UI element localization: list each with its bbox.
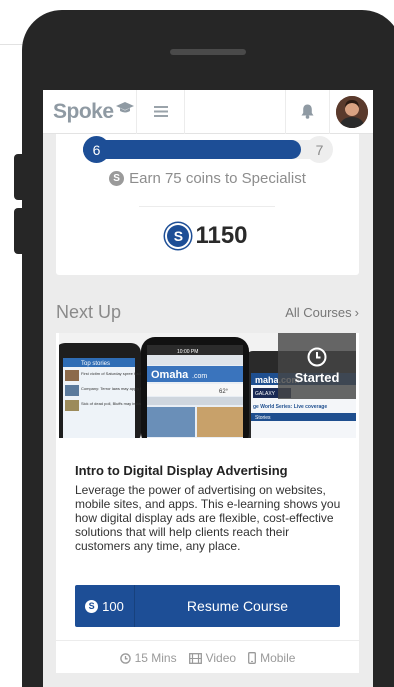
top-stories-text: Top stories [81,361,110,367]
all-courses-label: All Courses [285,304,352,320]
graduation-cap-icon [115,101,134,112]
resume-course-button[interactable]: S 100 Resume Course [75,585,340,627]
resume-course-label: Resume Course [186,598,289,614]
coin-icon: S [109,171,125,186]
duration-text: 15 Mins [134,651,177,665]
notifications-button[interactable] [285,90,329,134]
user-menu-button[interactable] [329,90,373,134]
coin-balance: S 1150 [56,222,359,250]
course-card[interactable]: Top stories First victim of Saturday spr… [56,333,359,673]
top-navbar: Spoke [43,90,373,134]
earn-coins-text: Earn 75 coins to Specialist [129,170,306,187]
format-text: Video [205,651,237,665]
omaha-text: Omaha [151,369,189,381]
film-icon [188,652,202,664]
course-platform: Mobile [248,651,295,665]
phone-volume-up [14,154,24,200]
coin-balance-icon: S [167,225,190,247]
user-avatar-image [335,95,368,128]
coin-balance-amount: 1150 [195,222,248,249]
next-up-header: Next Up All Courses › [56,300,359,324]
card-divider [139,206,275,207]
clock-icon [119,652,131,664]
platform-text: Mobile [260,651,296,665]
course-meta: 15 Mins Video Mobile [56,651,359,665]
next-level-badge: 7 [306,136,333,163]
avatar [335,95,368,128]
course-coin-reward: S 100 [75,585,135,627]
mobile-icon [248,652,257,664]
temp-text: 62° [219,389,229,395]
coin-icon: S [85,599,99,613]
spoke-logo[interactable]: Spoke [43,90,137,134]
clock-icon [307,347,327,367]
app-screen: Spoke 6 7 S Earn 75 coins to Specialist … [43,90,373,687]
level-progress-card: 6 7 S Earn 75 coins to Specialist S 1150 [56,134,359,275]
phone-speaker [170,49,246,55]
phone-time-text: 10:00 PM [177,349,198,355]
meta-divider [56,640,359,641]
course-format: Video [188,651,237,665]
level-progress-bar [83,140,331,159]
omaha-suffix-text: .com [192,373,207,380]
world-series-text: ge World Series: Live coverage [253,404,327,410]
menu-button[interactable] [137,90,185,134]
bell-icon [301,104,314,119]
course-thumbnail: Top stories First victim of Saturday spr… [59,333,356,438]
current-level-badge: 6 [83,136,110,163]
all-courses-link[interactable]: All Courses › [285,305,359,320]
earn-coins-message: S Earn 75 coins to Specialist [56,170,359,187]
course-duration: 15 Mins [119,651,177,665]
course-description: Leverage the power of advertising on web… [75,483,341,553]
background-divider [0,44,24,45]
started-label: Started [294,370,340,385]
section-title: Next Up [56,301,122,322]
logo-text: Spoke [53,99,114,123]
hamburger-icon [153,106,168,117]
course-coins: 100 [102,598,124,614]
chevron-right-icon: › [354,304,359,320]
level-progress-fill [83,140,302,159]
started-badge: Started [278,333,356,399]
course-title: Intro to Digital Display Advertising [75,463,288,478]
phone-volume-down [14,208,24,254]
galaxy-text: GALAXY [255,391,276,397]
stories-text: Stories [255,415,271,421]
